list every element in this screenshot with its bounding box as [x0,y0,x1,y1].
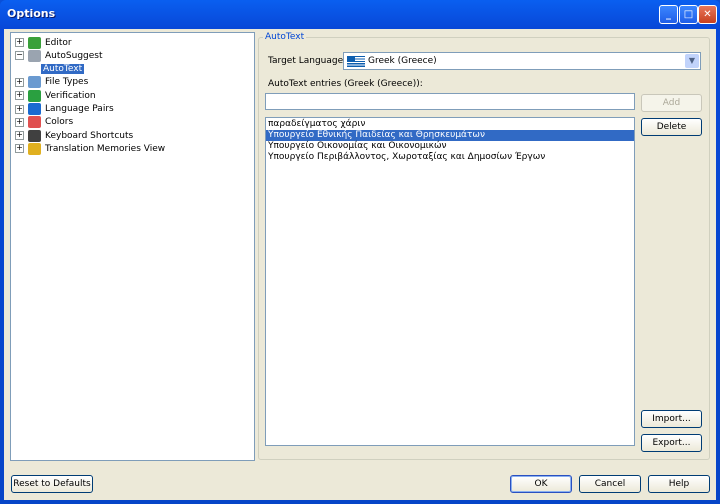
list-item[interactable]: παραδείγματος χάριν [266,119,634,130]
tree-item-label: AutoText [41,64,85,75]
minimize-button[interactable]: _ [659,5,678,24]
tree-item-label: AutoSuggest [45,50,103,61]
tree-item[interactable]: + Language Pairs [15,103,114,116]
category-icon [28,116,41,129]
chevron-down-icon[interactable]: ▼ [685,54,699,68]
entries-label: AutoText entries (Greek (Greece)): [268,79,423,89]
tree-item-label: Colors [45,117,74,128]
options-dialog: Options _ □ ✕ + Editor − AutoSuggest AutoTex… [0,0,720,504]
tree-item[interactable]: + Editor [15,36,72,49]
export-button[interactable]: Export... [641,434,702,452]
expander-icon[interactable]: + [15,144,24,154]
tree-item[interactable]: + Verification [15,89,96,102]
window-title: Options [7,7,56,20]
help-button[interactable]: Help [648,475,710,493]
target-language-select[interactable]: Greek (Greece) ▼ [343,52,701,70]
expander-icon[interactable]: + [15,38,24,47]
add-button[interactable]: Add [641,94,702,112]
tree-item[interactable]: + File Types [15,76,88,89]
import-button[interactable]: Import... [641,410,702,428]
target-language-label: Target Language: [268,56,347,66]
options-tree: + Editor − AutoSuggest AutoText + File Types + V… [10,32,255,461]
entry-input[interactable] [265,93,635,110]
tree-item-label: Language Pairs [45,104,114,114]
category-icon [28,129,41,142]
list-item[interactable]: Υπουργείο Οικονομίας και Οικονομικών [266,141,634,152]
expander-icon[interactable]: + [15,131,24,141]
tree-item-label: Editor [45,37,72,48]
tree-item-label: Keyboard Shortcuts [45,130,134,141]
target-language-value: Greek (Greece) [368,56,437,66]
list-item[interactable]: Υπουργείο Περιβάλλοντος, Χωροταξίας και … [266,152,634,163]
category-icon [28,89,41,102]
category-icon [28,36,41,49]
cancel-button[interactable]: Cancel [579,475,641,493]
category-icon [28,49,41,62]
expander-icon[interactable]: + [15,104,24,114]
expander-icon[interactable]: + [15,91,24,101]
category-icon [28,142,41,155]
tree-item-label: File Types [45,77,89,88]
tree-item[interactable]: AutoText [41,63,85,76]
maximize-button[interactable]: □ [679,5,698,24]
tree-item[interactable]: + Translation Memories View [15,142,165,155]
category-icon [28,103,41,115]
greek-flag-icon [347,55,365,67]
list-item[interactable]: Υπουργείο Εθνικής Παιδείας και Θρησκευμά… [266,130,634,141]
category-icon [28,76,41,89]
close-button[interactable]: ✕ [698,5,717,24]
tree-item-label: Verification [45,90,96,101]
tree-item[interactable]: + Colors [15,116,73,129]
ok-button[interactable]: OK [510,475,572,493]
tree-item-label: Translation Memories View [45,143,166,154]
expander-icon[interactable]: + [15,117,24,127]
entries-list[interactable]: παραδείγματος χάριν Υπουργείο Εθνικής Παι… [265,117,635,446]
tree-item[interactable]: + Keyboard Shortcuts [15,129,133,142]
expander-icon[interactable]: + [15,77,24,87]
reset-defaults-button[interactable]: Reset to Defaults [11,475,93,493]
delete-button[interactable]: Delete [641,118,702,136]
expander-icon[interactable]: − [15,51,24,61]
tree-item[interactable]: − AutoSuggest [15,49,103,62]
group-label: AutoText [263,32,307,42]
